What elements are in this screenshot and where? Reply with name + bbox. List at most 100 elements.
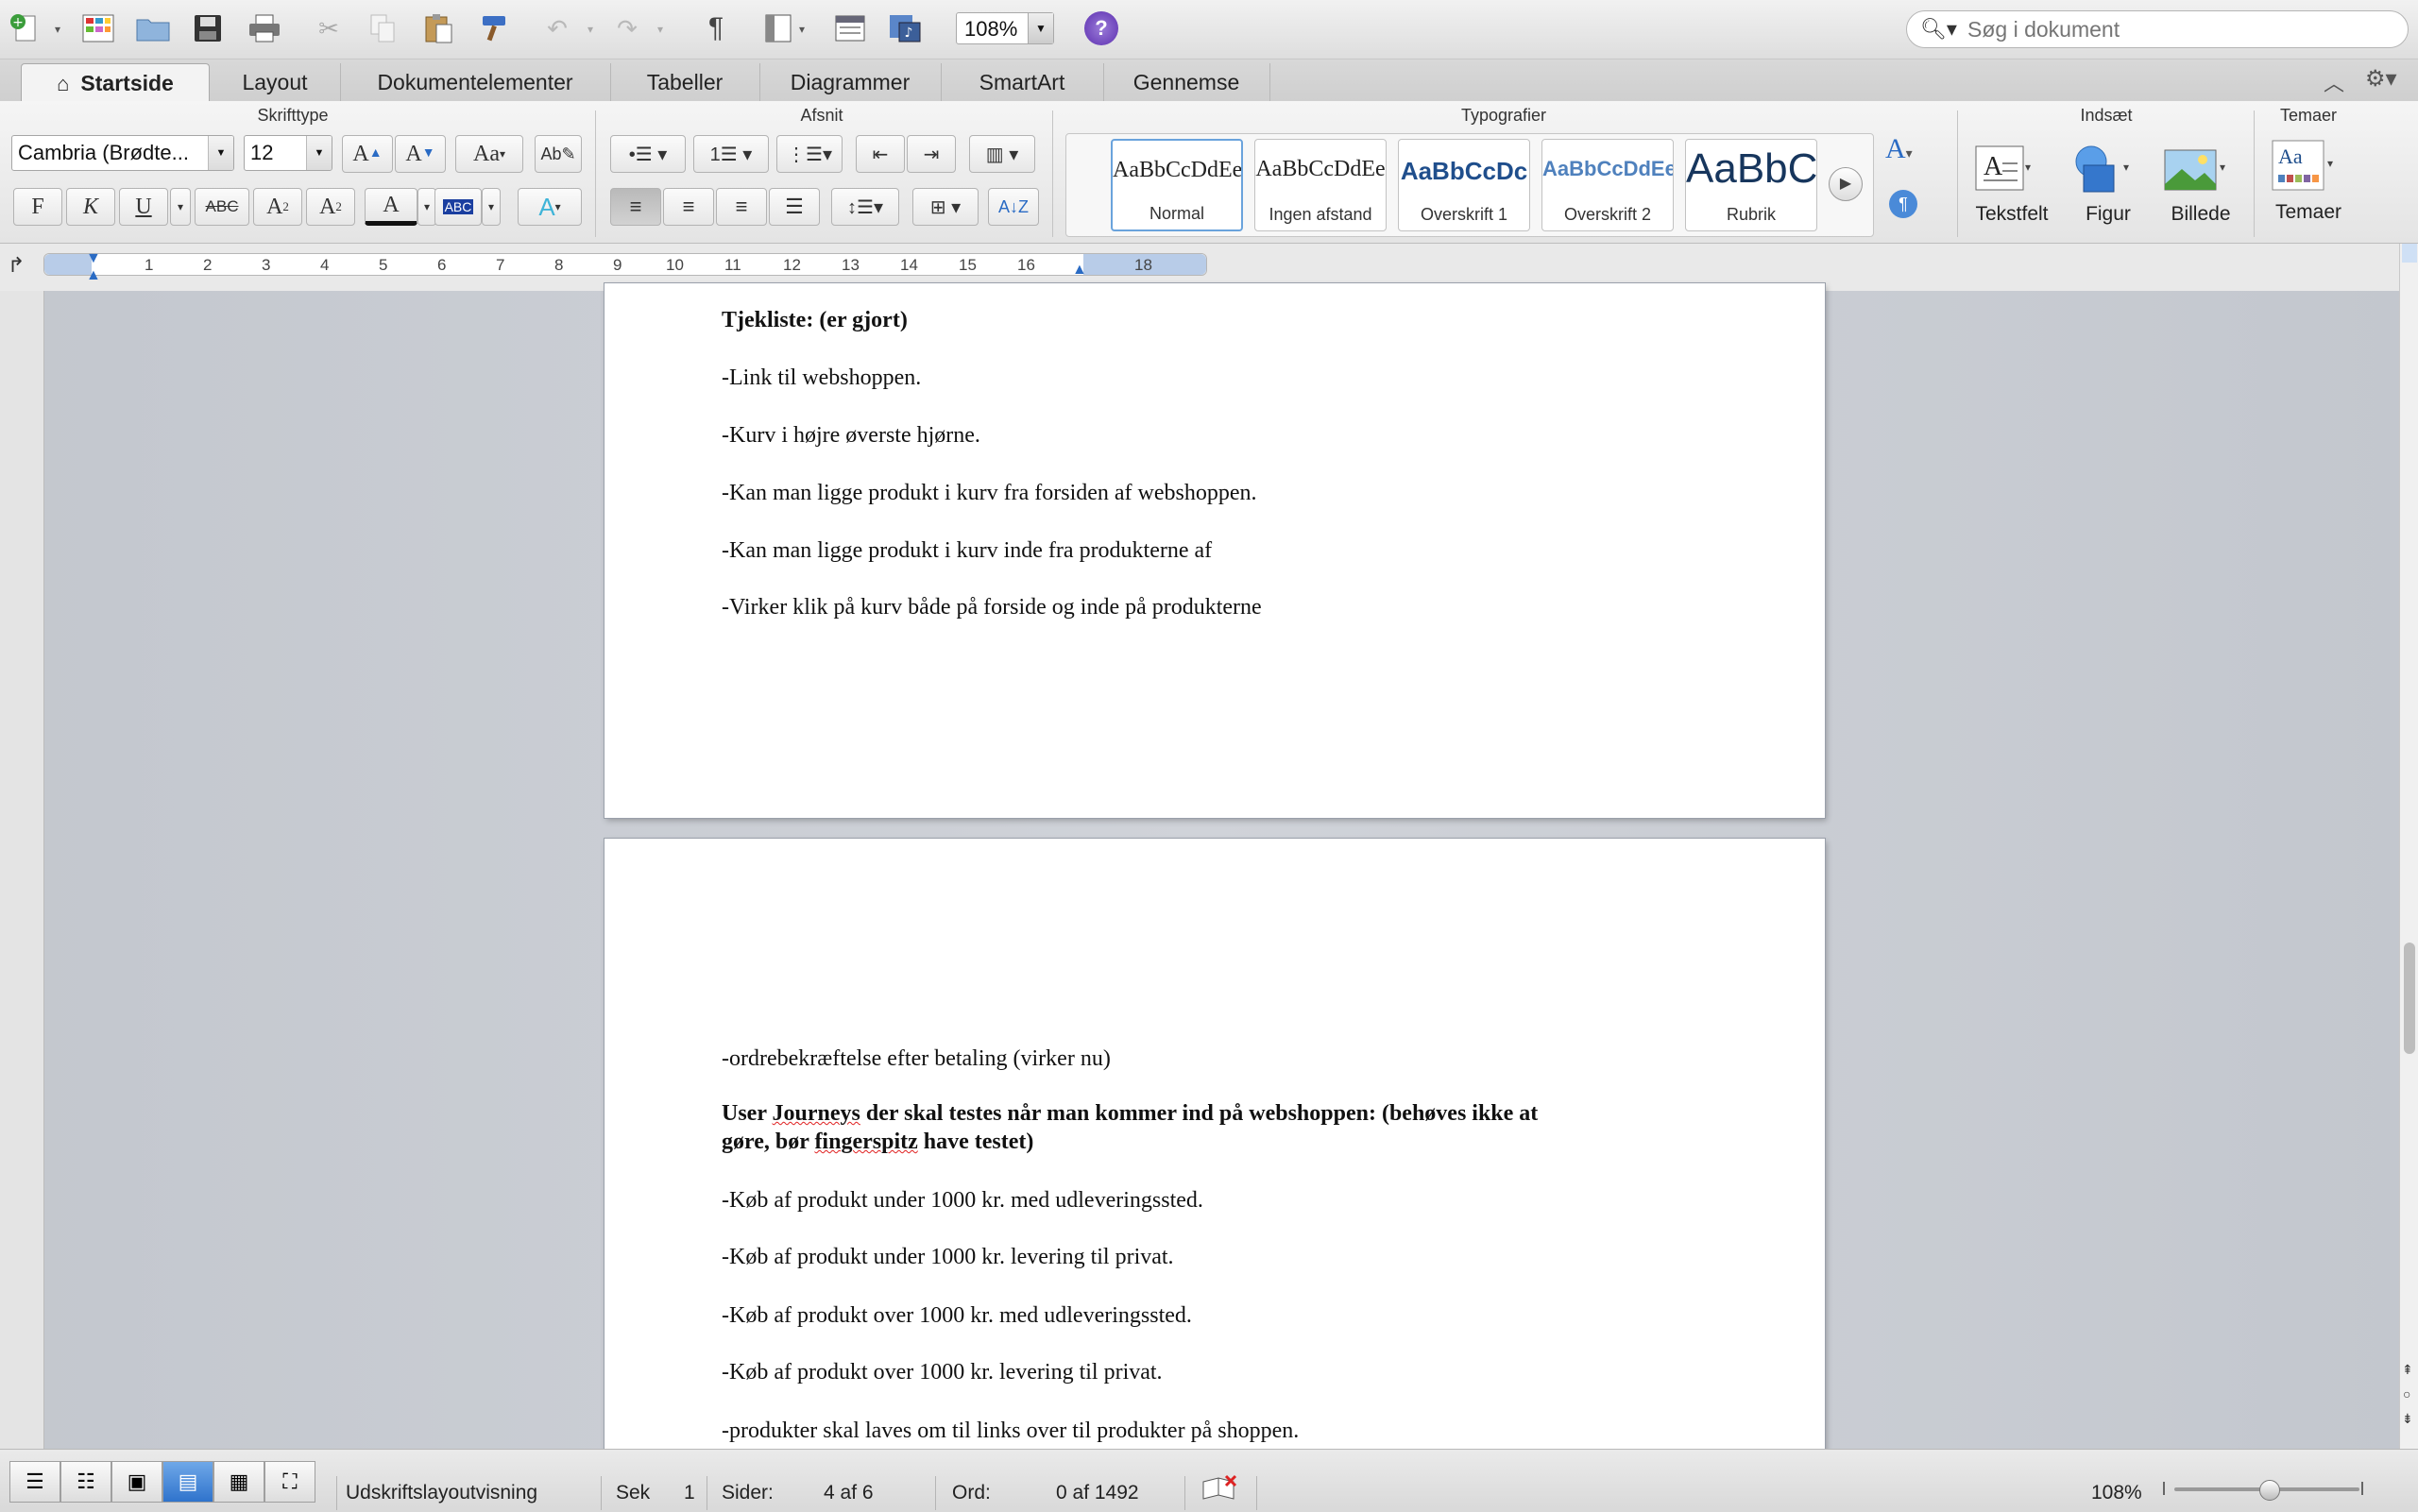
copy-icon[interactable] <box>365 9 402 47</box>
sidebar-dropdown-icon[interactable]: ▾ <box>799 23 805 36</box>
cut-icon[interactable]: ✂ <box>310 9 348 47</box>
doc-paragraph[interactable]: -Link til webshoppen. <box>722 365 921 391</box>
doc-paragraph[interactable]: -Virker klik på kurv både på forside og … <box>722 595 1262 620</box>
zoom-select[interactable]: 108% ▼ <box>956 12 1054 44</box>
horizontal-ruler[interactable]: 1 2 3 4 5 6 7 8 9 10 11 12 13 14 15 16 1… <box>43 250 1207 283</box>
toolbox-icon[interactable] <box>831 9 869 47</box>
font-color-dropdown-icon[interactable]: ▾ <box>417 188 436 226</box>
previous-page-icon[interactable]: ⇞ <box>2402 1362 2413 1378</box>
doc-paragraph[interactable]: -produkter skal laves om til links over … <box>722 1419 1299 1444</box>
undo-icon[interactable]: ↶ <box>538 9 576 47</box>
publishing-view-button[interactable]: ▣ <box>111 1461 162 1503</box>
new-document-icon[interactable]: + <box>6 9 43 47</box>
change-case-button[interactable]: Aa ▾ <box>455 135 523 173</box>
bold-button[interactable]: F <box>13 188 62 226</box>
sidebar-toggle-icon[interactable] <box>759 9 797 47</box>
manage-styles-icon[interactable]: A▾ <box>1885 133 1913 165</box>
doc-paragraph[interactable]: -Køb af produkt under 1000 kr. med udlev… <box>722 1188 1203 1214</box>
borders-button[interactable]: ⊞ ▾ <box>912 188 979 226</box>
style-normal[interactable]: AaBbCcDdEe Normal <box>1111 139 1243 231</box>
doc-paragraph[interactable]: -Kan man ligge produkt i kurv inde fra p… <box>722 538 1212 564</box>
line-spacing-button[interactable]: ↕☰▾ <box>831 188 899 226</box>
undo-dropdown-icon[interactable]: ▾ <box>587 23 593 36</box>
words-value[interactable]: 0 af 1492 <box>1056 1482 1139 1504</box>
media-browser-icon[interactable]: ♪ <box>886 9 924 47</box>
search-icon[interactable]: 🔍︎▾ <box>1920 17 1957 42</box>
doc-heading[interactable]: Tjekliste: (er gjort) <box>722 308 908 333</box>
styles-next-icon[interactable]: ▶ <box>1829 167 1863 201</box>
doc-paragraph[interactable]: -Kurv i højre øverste hjørne. <box>722 423 980 449</box>
themes-label[interactable]: Temaer <box>2259 201 2358 224</box>
font-name-select[interactable]: Cambria (Brødte... ▼ <box>11 135 234 171</box>
shape-icon[interactable]: ▾ <box>2069 143 2135 202</box>
highlight-button[interactable]: ABC <box>434 188 482 226</box>
print-icon[interactable] <box>246 9 283 47</box>
grow-font-button[interactable]: A ▲ <box>342 135 393 173</box>
draft-view-button[interactable]: ☰ <box>9 1461 60 1503</box>
subscript-button[interactable]: A2 <box>306 188 355 226</box>
tab-dokumentelementer[interactable]: Dokumentelementer <box>340 63 611 101</box>
columns-button[interactable]: ▥ ▾ <box>969 135 1035 173</box>
ribbon-settings-icon[interactable]: ⚙▾ <box>2365 65 2397 93</box>
new-document-dropdown-icon[interactable]: ▾ <box>55 23 60 36</box>
spelling-error-word[interactable]: Journeys <box>773 1101 860 1126</box>
font-size-select[interactable]: 12 ▼ <box>244 135 332 171</box>
shape-label[interactable]: Figur <box>2061 203 2155 226</box>
align-left-button[interactable]: ≡ <box>610 188 661 226</box>
style-no-spacing[interactable]: AaBbCcDdEe Ingen afstand <box>1254 139 1387 231</box>
doc-paragraph[interactable]: -Kan man ligge produkt i kurv fra forsid… <box>722 481 1257 506</box>
proofing-error-icon[interactable] <box>1201 1474 1239 1509</box>
doc-heading[interactable]: User Journeys der skal testes når man ko… <box>722 1101 1538 1127</box>
shrink-font-button[interactable]: A ▼ <box>395 135 446 173</box>
redo-dropdown-icon[interactable]: ▾ <box>657 23 663 36</box>
show-formatting-icon[interactable]: ¶ <box>697 9 735 47</box>
style-heading-2[interactable]: AaBbCcDdEe Overskrift 2 <box>1541 139 1674 231</box>
themes-icon[interactable]: Aa ▾ <box>2271 139 2339 200</box>
underline-button[interactable]: U <box>119 188 168 226</box>
scrollbar-thumb[interactable] <box>2404 943 2415 1054</box>
redo-icon[interactable]: ↷ <box>608 9 646 47</box>
doc-paragraph[interactable]: -Køb af produkt under 1000 kr. levering … <box>722 1245 1174 1270</box>
browse-object-icon[interactable]: ○ <box>2403 1386 2410 1402</box>
print-layout-view-button[interactable]: ▤ <box>162 1461 213 1503</box>
decrease-indent-button[interactable]: ⇤ <box>856 135 905 173</box>
right-indent-marker[interactable]: ▲ <box>1072 262 1087 279</box>
style-title[interactable]: AaBbC Rubrik <box>1685 139 1817 231</box>
doc-paragraph[interactable]: -Køb af produkt over 1000 kr. levering t… <box>722 1360 1163 1385</box>
increase-indent-button[interactable]: ⇥ <box>907 135 956 173</box>
format-painter-icon[interactable] <box>474 9 512 47</box>
spelling-error-word[interactable]: fingerspitz <box>814 1130 917 1154</box>
numbering-button[interactable]: 1☰ ▾ <box>693 135 769 173</box>
focus-view-button[interactable]: ⛶ <box>264 1461 315 1503</box>
paste-icon[interactable] <box>419 9 457 47</box>
tab-gennemse[interactable]: Gennemse <box>1103 63 1270 101</box>
superscript-button[interactable]: A2 <box>253 188 302 226</box>
bullets-button[interactable]: •☰ ▾ <box>610 135 686 173</box>
strikethrough-button[interactable]: ABC <box>195 188 249 226</box>
style-heading-1[interactable]: AaBbCcDc Overskrift 1 <box>1398 139 1530 231</box>
search-input[interactable] <box>1966 15 2385 43</box>
tab-selector-icon[interactable]: ↱ <box>8 253 25 278</box>
align-center-button[interactable]: ≡ <box>663 188 714 226</box>
sort-button[interactable]: A↓Z <box>988 188 1039 226</box>
open-folder-icon[interactable] <box>134 9 172 47</box>
zoom-slider-thumb[interactable] <box>2259 1480 2280 1501</box>
picture-label[interactable]: Billede <box>2154 203 2248 226</box>
save-icon[interactable] <box>189 9 227 47</box>
search-box[interactable]: 🔍︎▾ <box>1906 10 2409 48</box>
tab-diagrammer[interactable]: Diagrammer <box>759 63 942 101</box>
next-page-icon[interactable]: ⇟ <box>2402 1411 2413 1427</box>
doc-heading-continued[interactable]: gøre, bør fingerspitz have testet) <box>722 1130 1033 1155</box>
clear-formatting-button[interactable]: Ab✎ <box>535 135 582 173</box>
zoom-dropdown-icon[interactable]: ▼ <box>1028 13 1053 43</box>
styles-pane-icon[interactable]: ¶ <box>1889 190 1917 218</box>
doc-paragraph[interactable]: -ordrebekræftelse efter betaling (virker… <box>722 1046 1111 1072</box>
tab-smartart[interactable]: SmartArt <box>941 63 1104 101</box>
underline-dropdown-icon[interactable]: ▾ <box>170 188 191 226</box>
help-icon[interactable]: ? <box>1084 11 1118 45</box>
vertical-scrollbar[interactable]: ⇞ ○ ⇟ <box>2399 244 2418 1449</box>
first-line-indent-marker[interactable]: ▼ <box>86 250 101 267</box>
font-color-button[interactable]: A <box>365 188 417 226</box>
outline-view-button[interactable]: ☷ <box>60 1461 111 1503</box>
doc-paragraph[interactable]: -Køb af produkt over 1000 kr. med udleve… <box>722 1303 1192 1329</box>
